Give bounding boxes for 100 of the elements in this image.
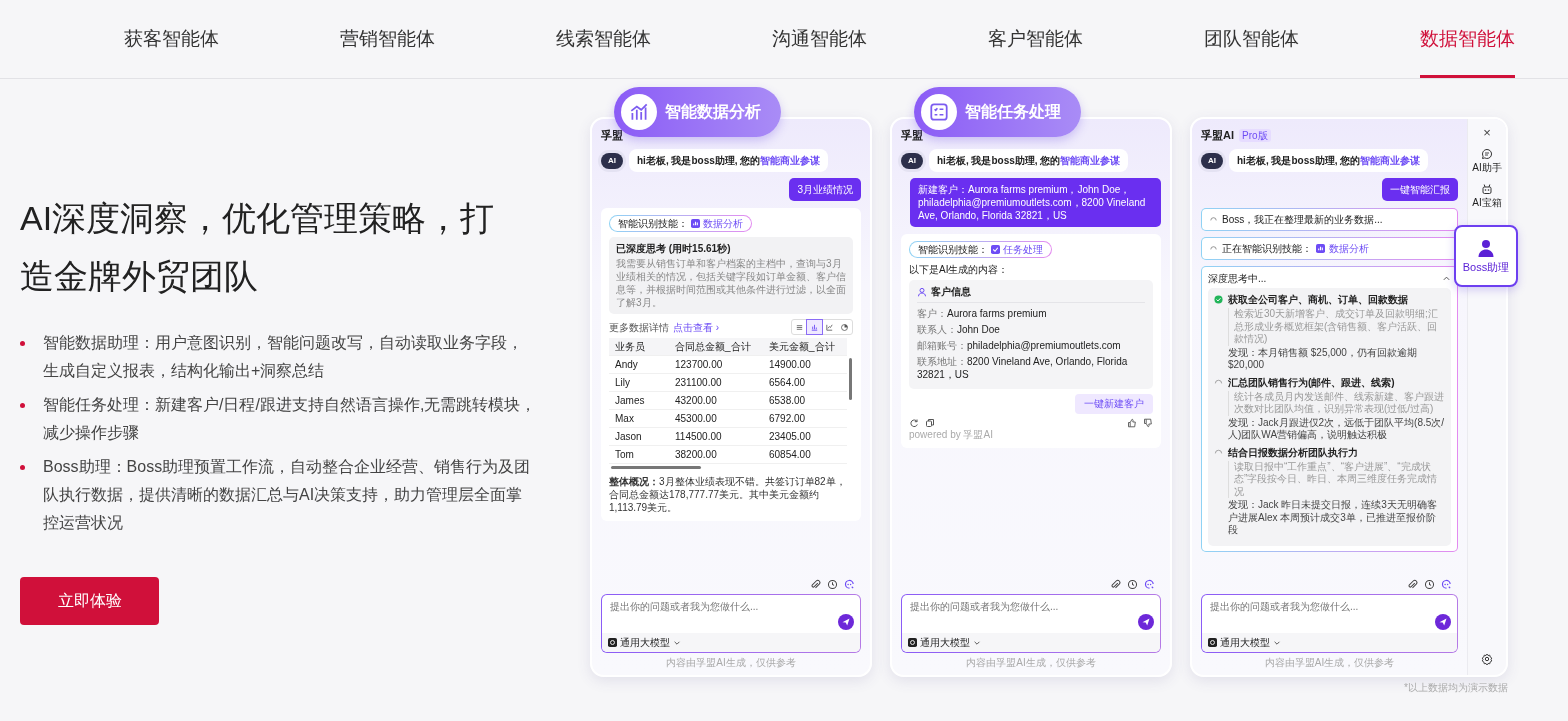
column-header: 美元金额_合计 — [769, 340, 836, 353]
attachment-icon[interactable] — [810, 579, 821, 590]
table-cell-text: 6538.00 — [769, 394, 807, 407]
skill-name: 数据分析 — [1329, 242, 1369, 255]
user-message: 一键智能汇报 — [1382, 178, 1458, 201]
model-selector[interactable]: 通用大模型 — [1220, 636, 1270, 649]
sidebar-label[interactable]: AI宝箱 — [1472, 196, 1502, 210]
model-selector[interactable]: 通用大模型 — [920, 636, 970, 649]
greeting-message: hi老板, 我是boss助理, 您的智能商业参谋 — [629, 149, 829, 172]
ai-avatar: AI — [601, 152, 623, 169]
attachment-icon[interactable] — [1110, 579, 1121, 590]
step-detail: 检索近30天新增客户、成交订单及回款明细;汇总形成业务概览框架(含销售额、客户活跃、回款情况) — [1228, 308, 1445, 346]
bar-chart-icon — [628, 101, 650, 123]
ai-assistant-icon[interactable] — [1441, 579, 1452, 590]
chat-input[interactable]: 提出你的问题或者我为您做什么... 通用大模型 — [601, 594, 861, 653]
more-label: 更多数据详情 — [609, 320, 669, 334]
chart-icon — [691, 219, 700, 228]
nav-tab[interactable]: 营销智能体 — [340, 0, 435, 78]
create-customer-button[interactable]: 一键新建客户 — [1075, 394, 1153, 414]
thumbs-down-icon[interactable] — [1143, 418, 1153, 428]
chart-icon — [1316, 244, 1325, 253]
bullet-icon — [20, 341, 25, 346]
attachment-icon[interactable] — [1407, 579, 1418, 590]
send-button[interactable] — [1435, 614, 1451, 630]
status-text: Boss，我正在整理最新的业务数据... — [1222, 213, 1383, 226]
table-cell-text: 6792.00 — [769, 412, 807, 425]
customer-field: 联系地址：8200 Vineland Ave, Orlando, Florida 32821，US — [917, 355, 1145, 381]
view-link[interactable]: 点击查看 › — [673, 320, 720, 334]
customer-field: 邮箱账号：philadelphia@premiumoutlets.com — [917, 339, 1145, 352]
checklist-icon — [928, 101, 950, 123]
step-detail: 读取日报中“工作重点”、“客户进展”、“完成状态”字段按今日、昨日、本周三维度任务完成情况 — [1228, 460, 1445, 498]
table-cell-text: 38200.00 — [675, 448, 718, 461]
nav-tab[interactable]: 获客智能体 — [124, 0, 219, 78]
hero-title: AI深度洞察，优化管理策略，打造金牌外贸团队 — [20, 198, 496, 297]
checkbox-icon — [991, 245, 1000, 254]
skill-label: 智能识别技能： — [618, 217, 688, 230]
model-icon — [1208, 638, 1217, 647]
user-icon — [917, 286, 927, 297]
chevron-up-icon[interactable] — [1442, 274, 1451, 283]
boss-assistant-card[interactable]: Boss助理 — [1454, 225, 1518, 287]
greeting-message: hi老板, 我是boss助理, 您的智能商业参谋 — [1229, 149, 1429, 172]
nav-tab[interactable]: 数据智能体 — [1420, 0, 1515, 78]
sidebar-label[interactable]: AI助手 — [1472, 161, 1502, 175]
table-cell-text: Lily — [615, 376, 631, 389]
history-icon[interactable] — [1424, 579, 1435, 590]
table-cell-text: 231100.00 — [675, 376, 723, 389]
nav-tab[interactable]: 线索智能体 — [556, 0, 651, 78]
nav-tab[interactable]: 团队智能体 — [1204, 0, 1299, 78]
bullet-icon — [20, 403, 25, 408]
robot-icon[interactable] — [1481, 183, 1493, 195]
customer-field: 客户：Aurora farms premium — [917, 307, 1145, 320]
scrollbar[interactable] — [611, 466, 701, 469]
person-icon — [1476, 237, 1496, 258]
customer-field: 联系人：John Doe — [917, 323, 1145, 336]
chat-input[interactable]: 提出你的问题或者我为您做什么... 通用大模型 — [1201, 594, 1458, 653]
send-button[interactable] — [838, 614, 854, 630]
ai-assistant-icon[interactable] — [1144, 579, 1155, 590]
bullet-text: 智能任务处理：新建客户/日程/跟进支持自然语言操作,无需跳转模块，减少操作步骤 — [43, 395, 538, 443]
thinking-title: 已深度思考 (用时15.61秒) — [616, 242, 732, 255]
thinking-title: 深度思考中... — [1208, 272, 1267, 285]
scrollbar[interactable] — [849, 358, 852, 400]
try-now-button[interactable]: 立即体验 — [20, 577, 159, 625]
nav-tab[interactable]: 客户智能体 — [988, 0, 1083, 78]
skill-name: 任务处理 — [1003, 243, 1043, 256]
greeting-message: hi老板, 我是boss助理, 您的智能商业参谋 — [929, 149, 1129, 172]
ai-assistant-icon[interactable] — [844, 579, 855, 590]
table-cell-text: Jason — [615, 430, 643, 443]
card-title: 客户信息 — [931, 285, 971, 298]
ai-avatar: AI — [901, 152, 923, 169]
close-button[interactable]: × — [1483, 125, 1491, 140]
model-selector[interactable]: 通用大模型 — [620, 636, 670, 649]
step-finding: 发现：本月销售额 $25,000，仍有回款逾期$20,000 — [1228, 346, 1418, 372]
table-cell-text: James — [615, 394, 646, 407]
step-finding: 发现：Jack 昨日未提交日报，连续3天无明确客户进展Alex 本周预计成交3单，已推进至报价阶段 — [1228, 499, 1438, 537]
intro-text: 以下是AI生成的内容： — [909, 263, 1010, 276]
model-icon — [608, 638, 617, 647]
thumbs-up-icon[interactable] — [1127, 418, 1137, 428]
plan-tag: Pro版 — [1239, 128, 1271, 142]
table-cell-text: 6564.00 — [769, 376, 807, 389]
chat-input[interactable]: 提出你的问题或者我为您做什么... 通用大模型 — [901, 594, 1161, 653]
disclaimer-text: 内容由孚盟AI生成，仅供参考 — [1263, 656, 1396, 669]
table-cell-text: 114500.00 — [675, 430, 723, 443]
history-icon[interactable] — [1127, 579, 1138, 590]
table-cell-text: 14900.00 — [769, 358, 812, 371]
table-cell-text: 123700.00 — [675, 358, 724, 371]
table-cell-text: 60854.00 — [769, 448, 812, 461]
model-icon — [908, 638, 917, 647]
history-icon[interactable] — [827, 579, 838, 590]
skill-name: 数据分析 — [703, 217, 743, 230]
user-message: 3月业绩情况 — [789, 178, 861, 201]
bullet-text: 智能数据助理：用户意图识别，智能问题改写，自动读取业务字段，生成自定义报表，结构化输出+洞察总结 — [43, 333, 524, 381]
chat-icon[interactable] — [1481, 148, 1493, 160]
copy-icon[interactable] — [925, 418, 935, 428]
step-title: 获取全公司客户、商机、订单、回款数据 — [1228, 293, 1408, 306]
nav-tab[interactable]: 沟通智能体 — [772, 0, 867, 78]
user-message: 新建客户：Aurora farms premium，John Doe，philadelphia@premiumoutlets.com，8200 Vineland Ave, Orlando, Florida 32821，US — [910, 178, 1161, 227]
refresh-icon[interactable] — [909, 418, 919, 428]
send-button[interactable] — [1138, 614, 1154, 630]
settings-icon[interactable] — [1481, 653, 1493, 665]
disclaimer-text: 内容由孚盟AI生成，仅供参考 — [965, 656, 1097, 669]
